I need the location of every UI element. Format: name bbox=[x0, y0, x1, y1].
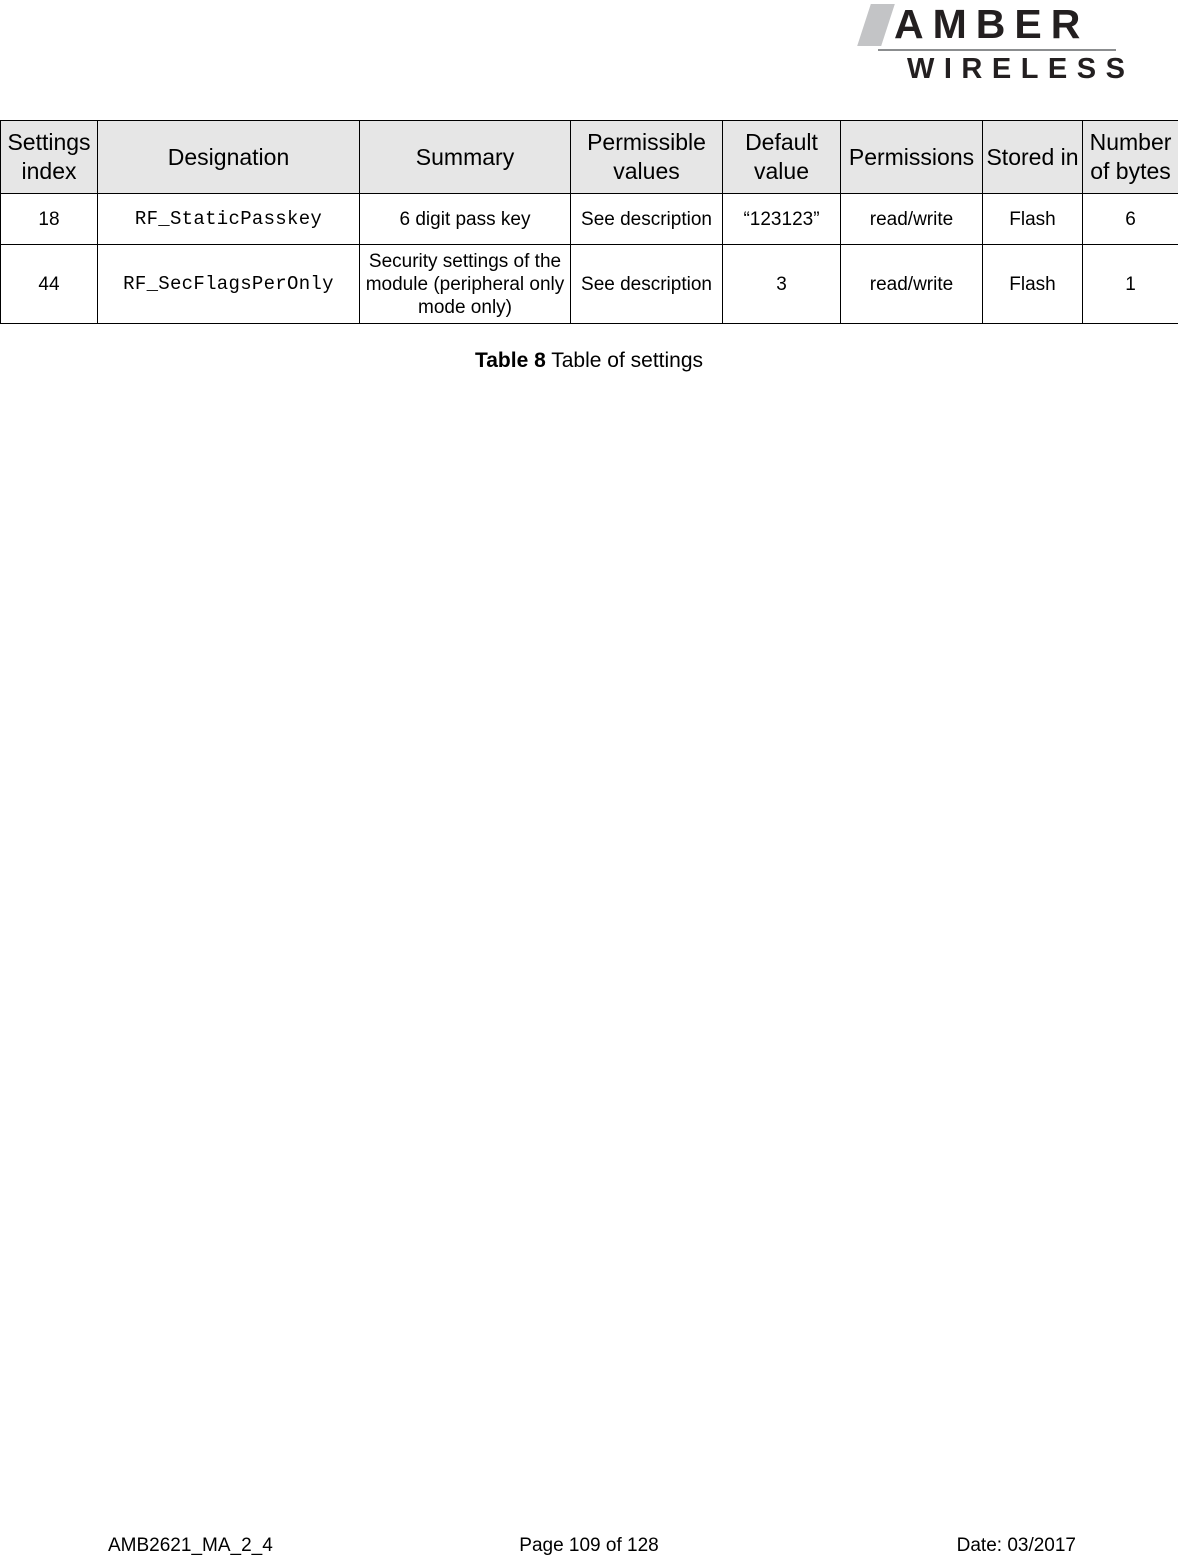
cell-default-value: “123123” bbox=[722, 193, 841, 245]
column-header-settings-index: Settings index bbox=[0, 120, 98, 194]
cell-permissions: read/write bbox=[840, 244, 983, 324]
logo-top-row: AMBER bbox=[857, 1, 1116, 48]
column-header-summary: Summary bbox=[359, 120, 571, 194]
footer-date: Date: 03/2017 bbox=[956, 1535, 1076, 1556]
page-header: AMBER WIRELESS bbox=[0, 0, 1178, 105]
cell-permissions: read/write bbox=[840, 193, 983, 245]
cell-designation: RF_StaticPasskey bbox=[97, 193, 360, 245]
cell-permissible-values: See description bbox=[570, 244, 723, 324]
cell-summary: 6 digit pass key bbox=[359, 193, 571, 245]
column-header-permissions: Permissions bbox=[840, 120, 983, 194]
table-caption-label: Table 8 bbox=[474, 349, 546, 372]
cell-settings-index: 18 bbox=[0, 193, 98, 245]
amber-wireless-logo: AMBER WIRELESS bbox=[857, 1, 1125, 86]
cell-summary: Security settings of the module (periphe… bbox=[359, 244, 571, 324]
column-header-designation: Designation bbox=[97, 120, 360, 194]
slash-icon bbox=[857, 4, 895, 46]
table-row: 44 RF_SecFlagsPerOnly Security settings … bbox=[0, 244, 1178, 324]
logo-brand-secondary: WIRELESS bbox=[907, 53, 1135, 85]
cell-stored-in: Flash bbox=[982, 244, 1083, 324]
logo-brand-primary: AMBER bbox=[894, 1, 1090, 47]
table-caption: Table 8 Table of settings bbox=[0, 348, 1178, 374]
cell-number-of-bytes: 6 bbox=[1082, 193, 1178, 245]
table-caption-text: Table of settings bbox=[545, 349, 704, 372]
cell-number-of-bytes: 1 bbox=[1082, 244, 1178, 324]
cell-permissible-values: See description bbox=[570, 193, 723, 245]
column-header-number-of-bytes: Number of bytes bbox=[1082, 120, 1178, 194]
cell-settings-index: 44 bbox=[0, 244, 98, 324]
table-row: 18 RF_StaticPasskey 6 digit pass key See… bbox=[0, 193, 1178, 245]
settings-table: Settings index Designation Summary Permi… bbox=[0, 120, 1178, 324]
cell-default-value: 3 bbox=[722, 244, 841, 324]
column-header-default-value: Default value bbox=[722, 120, 841, 194]
page-footer: AMB2621_MA_2_4 Page 109 of 128 Date: 03/… bbox=[0, 1520, 1178, 1564]
column-header-permissible-values: Permissible values bbox=[570, 120, 723, 194]
table-header-row: Settings index Designation Summary Permi… bbox=[0, 120, 1178, 194]
column-header-stored-in: Stored in bbox=[982, 120, 1083, 194]
cell-stored-in: Flash bbox=[982, 193, 1083, 245]
cell-designation: RF_SecFlagsPerOnly bbox=[97, 244, 360, 324]
logo-divider bbox=[878, 49, 1116, 51]
